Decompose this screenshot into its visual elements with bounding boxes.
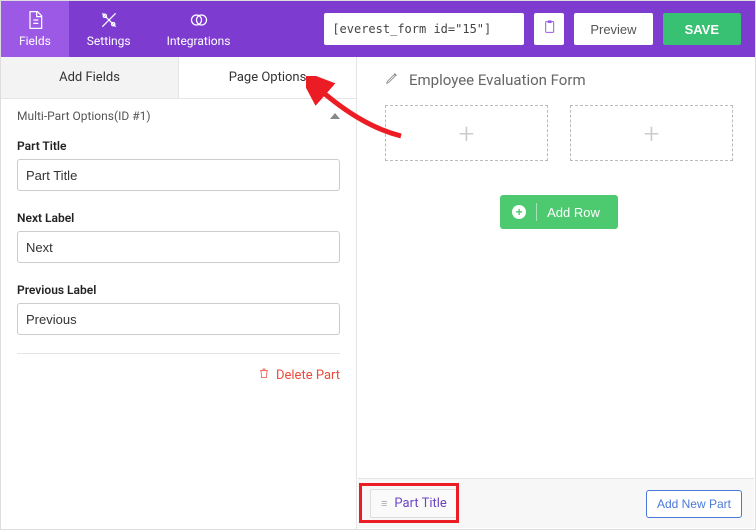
- separator: [536, 203, 537, 221]
- next-label-label: Next Label: [17, 211, 340, 225]
- sidebar: Add Fields Page Options Multi-Part Optio…: [1, 57, 357, 529]
- previous-label-label: Previous Label: [17, 283, 340, 297]
- parts-bar: ≡ Part Title Add New Part: [358, 478, 754, 528]
- chevron-up-icon: [330, 113, 340, 119]
- integrations-icon: [189, 10, 209, 30]
- add-row-button[interactable]: + Add Row: [500, 195, 618, 229]
- delete-part-button[interactable]: Delete Part: [258, 366, 340, 384]
- previous-label-input[interactable]: [17, 303, 340, 335]
- settings-icon: [99, 10, 119, 30]
- dropzone-left[interactable]: +: [385, 105, 548, 161]
- tab-page-options[interactable]: Page Options: [179, 57, 356, 98]
- nav-fields-label: Fields: [19, 34, 51, 48]
- add-row-label: Add Row: [547, 205, 600, 220]
- shortcode-display[interactable]: [everest_form id="15"]: [324, 13, 524, 45]
- form-title[interactable]: Employee Evaluation Form: [409, 71, 586, 89]
- multipart-section-header[interactable]: Multi-Part Options(ID #1): [1, 99, 356, 131]
- copy-shortcode-button[interactable]: [534, 13, 564, 45]
- part-title-input[interactable]: [17, 159, 340, 191]
- part-tab-1[interactable]: ≡ Part Title: [370, 489, 458, 518]
- nav-integrations[interactable]: Integrations: [149, 1, 249, 57]
- save-button[interactable]: SAVE: [663, 13, 741, 45]
- part-title-label: Part Title: [17, 139, 340, 153]
- clipboard-icon: [541, 19, 557, 39]
- plus-icon: +: [459, 117, 475, 150]
- next-label-input[interactable]: [17, 231, 340, 263]
- nav-settings[interactable]: Settings: [69, 1, 149, 57]
- trash-icon: [258, 366, 270, 384]
- dropzone-right[interactable]: +: [570, 105, 733, 161]
- form-canvas: Employee Evaluation Form + + + Add Row: [357, 57, 755, 529]
- plus-icon: +: [644, 117, 660, 150]
- top-navbar: Fields Settings Integrations [everest_fo…: [1, 1, 755, 57]
- drag-handle-icon: ≡: [381, 497, 386, 510]
- delete-part-label: Delete Part: [276, 368, 340, 383]
- nav-fields[interactable]: Fields: [1, 1, 69, 57]
- multipart-section-title: Multi-Part Options(ID #1): [17, 109, 151, 123]
- nav-settings-label: Settings: [87, 34, 131, 48]
- part-tab-label: Part Title: [394, 496, 446, 511]
- fields-icon: [25, 10, 45, 30]
- preview-button[interactable]: Preview: [574, 13, 652, 45]
- nav-integrations-label: Integrations: [167, 34, 231, 48]
- pencil-icon[interactable]: [385, 71, 399, 89]
- tab-add-fields[interactable]: Add Fields: [1, 57, 179, 98]
- sidebar-tabs: Add Fields Page Options: [1, 57, 356, 99]
- add-new-part-button[interactable]: Add New Part: [646, 490, 742, 518]
- plus-circle-icon: +: [512, 205, 526, 219]
